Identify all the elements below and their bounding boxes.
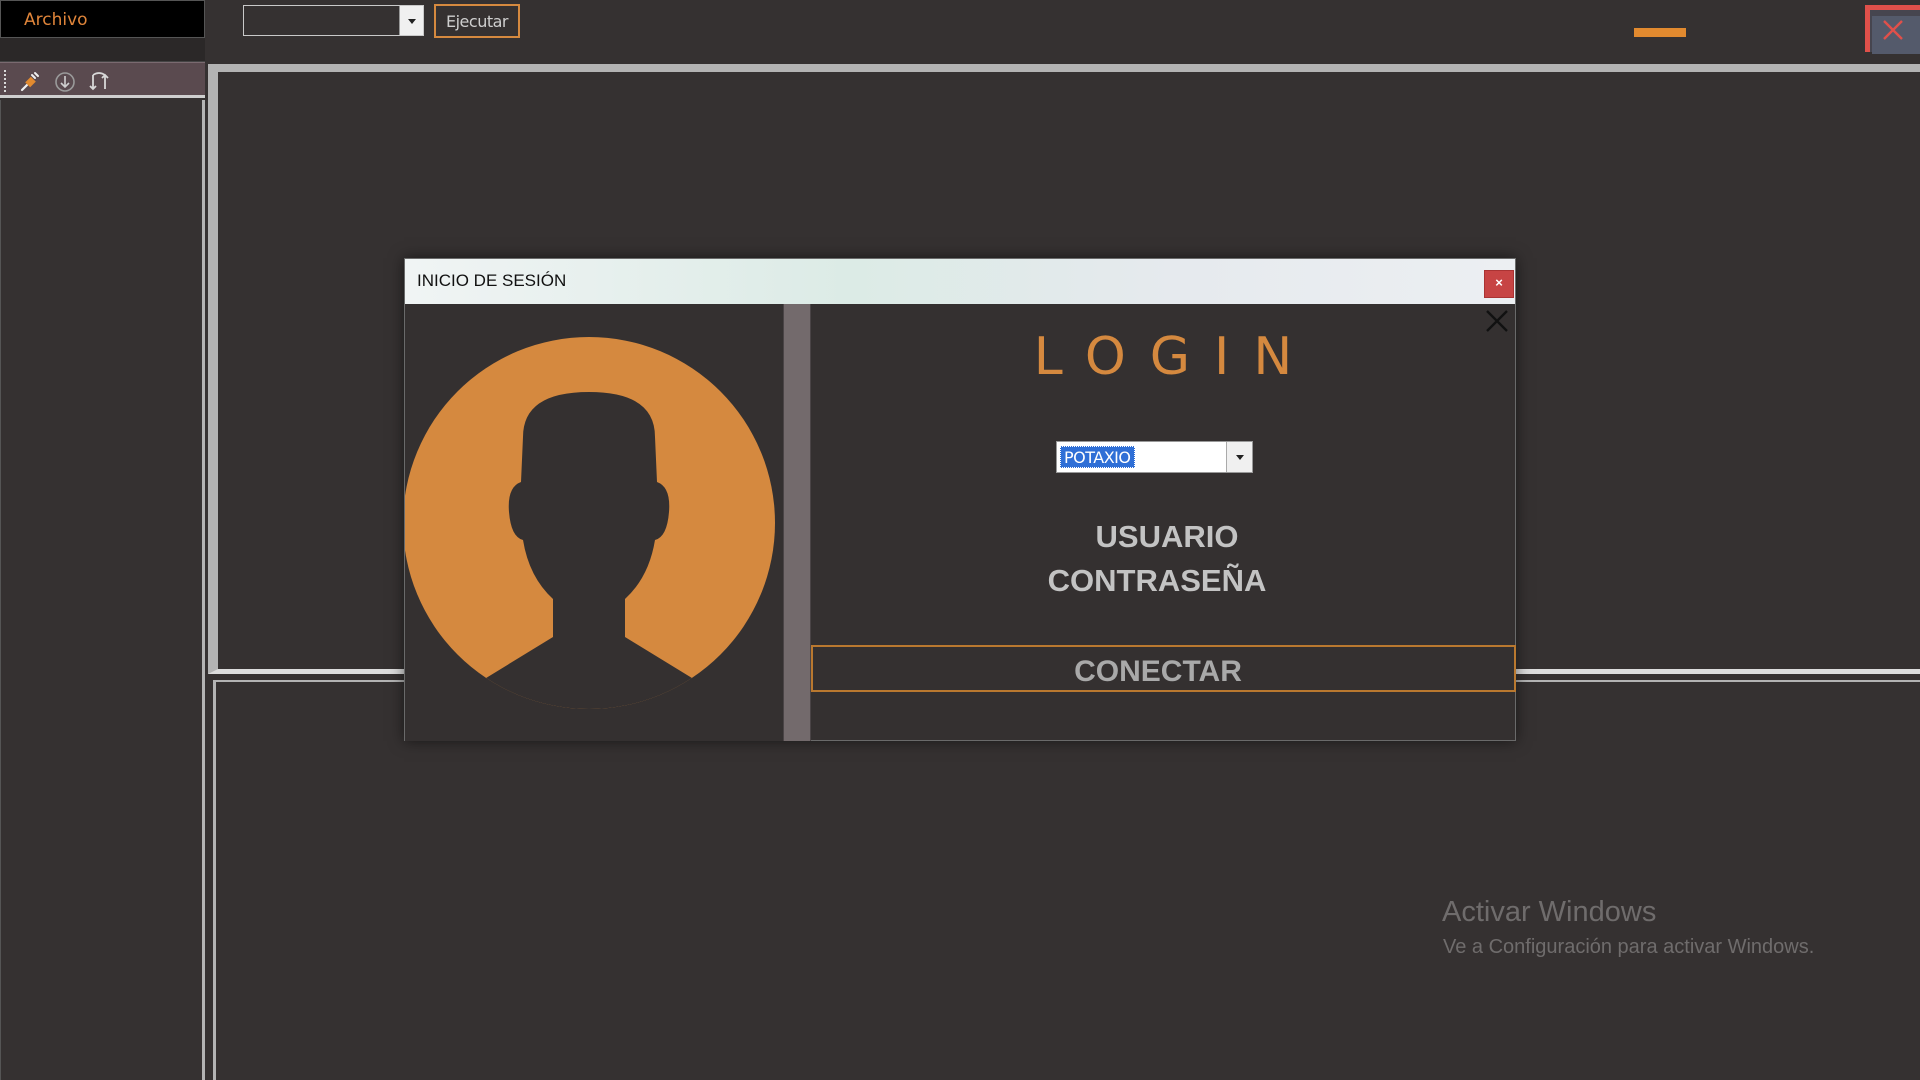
activation-watermark-title: Activar Windows [1442,896,1657,928]
dialog-close-button[interactable]: × [1484,270,1514,298]
login-dialog: INICIO DE SESIÓN × LOGIN POTAXIO USUARIO… [404,258,1516,741]
server-combobox[interactable]: POTAXIO [1056,441,1253,473]
query-combobox[interactable] [243,5,424,36]
toolbar-grip[interactable] [4,70,7,92]
dialog-title: INICIO DE SESIÓN [417,271,567,290]
download-icon[interactable] [53,70,77,94]
execute-button[interactable]: Ejecutar [434,4,520,38]
refresh-icon[interactable] [87,70,111,94]
minimize-button[interactable] [1634,28,1686,37]
left-panel [0,100,205,1080]
plug-icon[interactable] [18,70,42,94]
menu-strip-secondary [0,38,205,62]
password-label[interactable]: CONTRASEÑA [805,563,1509,599]
avatar-area [405,304,783,741]
menu-item-archivo[interactable]: Archivo [24,10,88,30]
close-icon: × [1495,275,1503,290]
login-heading: LOGIN [1033,327,1317,387]
server-combobox-value: POTAXIO [1060,446,1135,468]
close-icon[interactable] [1880,17,1906,43]
user-label[interactable]: USUARIO [815,519,1519,555]
chevron-down-icon[interactable] [1226,442,1252,472]
connect-button[interactable]: CONECTAR [811,645,1516,692]
splitter[interactable] [783,304,811,741]
left-toolbar [0,62,205,98]
menu-bar: Archivo [0,0,205,38]
connect-button-label: CONECTAR [1074,655,1242,688]
avatar [405,337,775,709]
dialog-titlebar[interactable]: INICIO DE SESIÓN × [405,259,1515,304]
activation-watermark-subtitle: Ve a Configuración para activar Windows. [1443,936,1815,958]
chevron-down-icon[interactable] [399,6,423,35]
